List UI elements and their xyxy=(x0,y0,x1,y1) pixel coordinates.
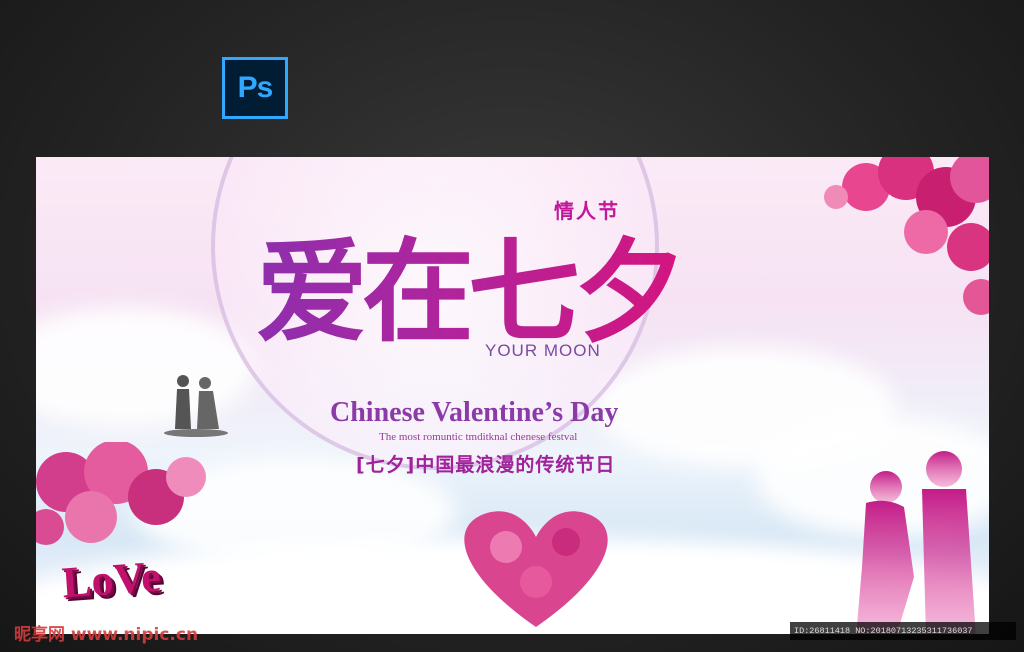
heart-petals xyxy=(464,511,608,627)
subtitle-en: YOUR MOON xyxy=(485,341,601,360)
couple-silhouette-large xyxy=(856,451,976,634)
image-id-bar: ID:26811418 NO:20180713235311736037 xyxy=(790,622,1016,640)
rose-petals-bottom-left xyxy=(36,442,206,545)
rose-petals-top-right xyxy=(824,157,989,315)
valentines-poster: 情人节 爱在七夕 YOUR MOON Chinese Valentine’s D… xyxy=(36,157,989,634)
couple-silhouette-small xyxy=(164,375,228,437)
slogan-cn: [七夕]中国最浪漫的传统节日 xyxy=(356,454,616,476)
tagline-en: The most romuntic tmditknal chenese fest… xyxy=(379,431,578,443)
main-title: 爱在七夕 xyxy=(256,202,686,364)
headline-en: Chinese Valentine’s Day xyxy=(330,397,619,428)
photoshop-icon: Ps xyxy=(222,57,288,119)
love-logo: LoVe xyxy=(60,551,163,608)
site-watermark: 昵享网 www.nipic.cn xyxy=(14,625,199,645)
